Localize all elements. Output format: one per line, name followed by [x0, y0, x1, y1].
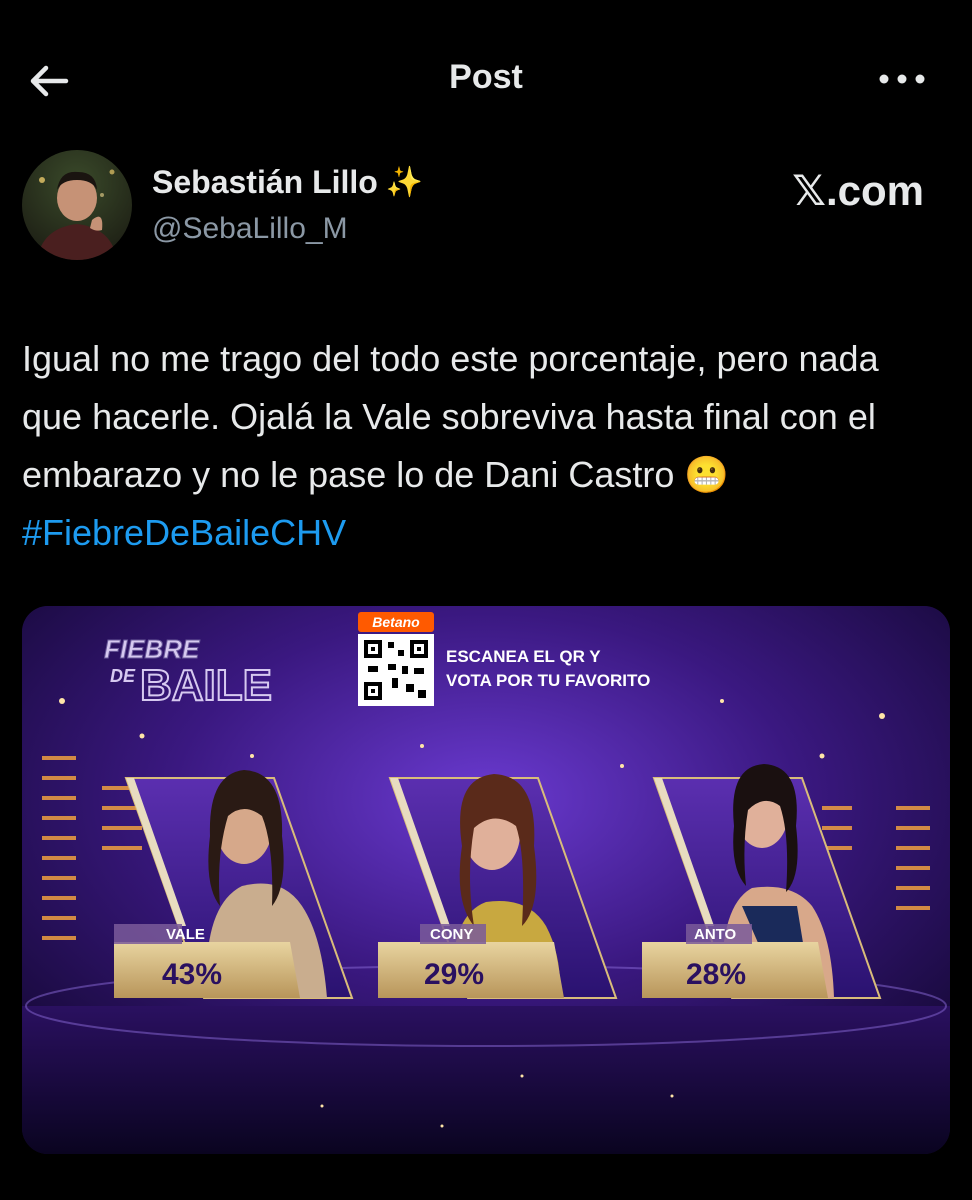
avatar-image: [22, 150, 132, 260]
scan-instruction-line1: ESCANEA EL QR Y: [446, 647, 601, 666]
vote-results-graphic: FIEBRE DE BAILE Betano ESCANEA EL QR Y V…: [22, 606, 950, 1154]
qr-code-icon: [358, 634, 434, 706]
more-options-button[interactable]: [870, 62, 934, 96]
tweet-body: Igual no me trago del todo este porcenta…: [22, 338, 879, 495]
contestant-name-anto: ANTO: [694, 926, 737, 943]
more-horizontal-icon: [879, 74, 925, 84]
scan-instruction-line2: VOTA POR TU FAVORITO: [446, 671, 650, 690]
hashtag-link[interactable]: #FiebreDeBaileCHV: [22, 512, 346, 553]
sparkles-emoji: ✨: [385, 166, 424, 199]
grimace-emoji: 😬: [684, 454, 730, 495]
sponsor-name: Betano: [372, 614, 420, 630]
page-title: Post: [449, 58, 523, 96]
tweet-media-image[interactable]: FIEBRE DE BAILE Betano ESCANEA EL QR Y V…: [22, 606, 950, 1154]
author-display-name: Sebastián Lillo: [152, 164, 378, 200]
tweet-text: Igual no me trago del todo este porcenta…: [22, 330, 942, 562]
svg-text:FIEBRE: FIEBRE: [104, 634, 200, 664]
svg-text:BAILE: BAILE: [140, 661, 272, 710]
x-brand-watermark: 𝕏.com: [792, 167, 924, 214]
top-bar: Post: [0, 0, 972, 160]
contestant-percent-anto: 28%: [686, 958, 746, 991]
contestant-percent-cony: 29%: [424, 958, 484, 991]
contestant-name-cony: CONY: [430, 926, 473, 943]
svg-text:DE: DE: [110, 666, 136, 686]
author-handle[interactable]: @SebaLillo_M: [152, 212, 348, 246]
author-name-row[interactable]: Sebastián Lillo ✨: [152, 164, 423, 201]
contestant-percent-vale: 43%: [162, 958, 222, 991]
contestant-name-vale: VALE: [166, 926, 205, 943]
author-row: Sebastián Lillo ✨ @SebaLillo_M 𝕏.com: [22, 150, 952, 262]
avatar[interactable]: [22, 150, 132, 260]
